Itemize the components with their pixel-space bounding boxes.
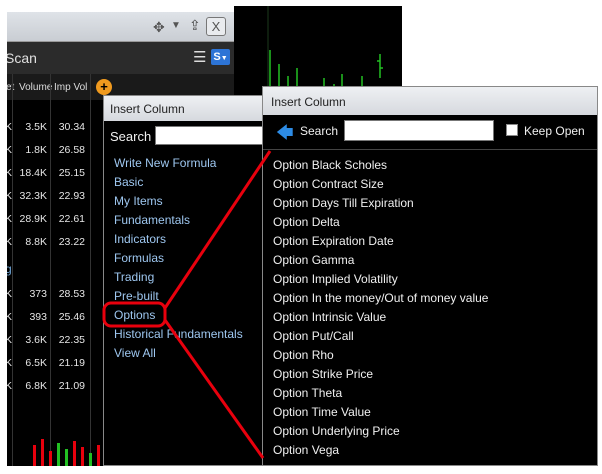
table-cell: 373 xyxy=(29,288,47,300)
table-cell: K xyxy=(7,213,13,225)
search-input[interactable] xyxy=(155,126,267,145)
option-item[interactable]: Option In the money/Out of money value xyxy=(273,291,488,305)
table-cell: K xyxy=(7,144,13,156)
dialog-titlebar: Insert Column xyxy=(104,96,267,121)
category-pre-built[interactable]: Pre-built xyxy=(114,289,159,303)
category-formulas[interactable]: Formulas xyxy=(114,251,164,265)
table-cell: K xyxy=(7,334,13,346)
category-historical-fundamentals[interactable]: Historical Fundamentals xyxy=(114,327,243,341)
dropdown-icon[interactable]: ▼ xyxy=(171,20,181,31)
option-item[interactable]: Option Rho xyxy=(273,348,334,362)
table-cell: 3.5K xyxy=(25,121,47,133)
category-trading[interactable]: Trading xyxy=(114,270,154,284)
table-cell: K xyxy=(7,121,13,133)
scan-titlebar: ✥ ▼ ⇪ X xyxy=(7,12,234,42)
dialog-title: Insert Column xyxy=(271,95,346,109)
table-cell: 6.8K xyxy=(25,380,47,392)
table-cell: 21.19 xyxy=(58,357,85,369)
category-write-new-formula[interactable]: Write New Formula xyxy=(114,156,216,170)
scan-title: Scan xyxy=(7,50,37,66)
keep-open-checkbox[interactable] xyxy=(506,124,518,136)
table-cell: 6.5K xyxy=(25,357,47,369)
option-item[interactable]: Option Time Value xyxy=(273,405,371,419)
option-item[interactable]: Option Vega xyxy=(273,443,339,457)
price-chart-lines xyxy=(267,6,383,96)
table-cell: 21.09 xyxy=(58,380,85,392)
category-basic[interactable]: Basic xyxy=(114,175,143,189)
table-cell: 30.34 xyxy=(58,121,85,133)
option-item[interactable]: Option Days Till Expiration xyxy=(273,196,414,210)
category-indicators[interactable]: Indicators xyxy=(114,232,166,246)
column-header[interactable]: et xyxy=(7,82,14,93)
search-label: Search xyxy=(300,124,339,138)
scan-header: Scan ☰ S▼ xyxy=(7,42,234,74)
table-cell: 32.3K xyxy=(19,190,47,202)
divider xyxy=(263,149,597,150)
table-cell: K xyxy=(7,380,13,392)
s-dropdown-button[interactable]: S▼ xyxy=(211,49,230,65)
category-my-items[interactable]: My Items xyxy=(114,194,163,208)
option-item[interactable]: Option Underlying Price xyxy=(273,424,400,438)
add-column-icon[interactable]: + xyxy=(96,79,112,95)
section-label: g xyxy=(7,262,12,276)
table-cell: 393 xyxy=(29,311,47,323)
table-cell: 1.8K xyxy=(25,144,47,156)
table-cell: 26.58 xyxy=(58,144,85,156)
table-cell: 28.53 xyxy=(58,288,85,300)
table-cell: 22.93 xyxy=(58,190,85,202)
move-icon[interactable]: ✥ xyxy=(153,19,165,36)
table-cell: 25.46 xyxy=(58,311,85,323)
table-cell: K xyxy=(7,236,13,248)
table-cell: 28.9K xyxy=(19,213,47,225)
dialog-title: Insert Column xyxy=(110,102,185,116)
keep-open-label: Keep Open xyxy=(524,124,585,138)
table-cell: 3.6K xyxy=(25,334,47,346)
options-submenu-dialog: Insert Column 🡄 Search Keep Open Option … xyxy=(262,86,598,466)
option-item[interactable]: Option Delta xyxy=(273,215,340,229)
table-cell: 8.8K xyxy=(25,236,47,248)
table-cell: K xyxy=(7,167,13,179)
table-cell: K xyxy=(7,288,13,300)
table-cell: K xyxy=(7,357,13,369)
table-cell: K xyxy=(7,311,13,323)
close-button[interactable]: X xyxy=(206,17,226,36)
volume-bars xyxy=(33,439,100,466)
export-icon[interactable]: ⇪ xyxy=(189,17,201,34)
menu-icon[interactable]: ☰ xyxy=(193,48,206,66)
column-header[interactable]: Volume xyxy=(19,82,52,93)
column-header[interactable]: Imp Vol xyxy=(54,82,87,93)
table-cell: 25.15 xyxy=(58,167,85,179)
price-chart xyxy=(234,6,402,96)
option-item[interactable]: Option Strike Price xyxy=(273,367,373,381)
option-item[interactable]: Option Contract Size xyxy=(273,177,384,191)
category-options[interactable]: Options xyxy=(114,308,155,322)
option-item[interactable]: Option Theta xyxy=(273,386,342,400)
table-cell: K xyxy=(7,190,13,202)
category-fundamentals[interactable]: Fundamentals xyxy=(114,213,190,227)
table-cell: 22.35 xyxy=(58,334,85,346)
table-cell: 23.22 xyxy=(58,236,85,248)
table-cell: 22.61 xyxy=(58,213,85,225)
search-label: Search xyxy=(110,129,152,144)
category-view-all[interactable]: View All xyxy=(114,346,156,360)
search-input[interactable] xyxy=(344,120,494,141)
option-item[interactable]: Option Black Scholes xyxy=(273,158,387,172)
table-cell: 18.4K xyxy=(19,167,47,179)
option-item[interactable]: Option Put/Call xyxy=(273,329,354,343)
back-arrow-icon[interactable]: 🡄 xyxy=(276,120,294,149)
option-item[interactable]: Option Intrinsic Value xyxy=(273,310,386,324)
option-item[interactable]: Option Implied Volatility xyxy=(273,272,398,286)
insert-column-dialog: Insert Column Search Write New Formula B… xyxy=(103,95,268,466)
dialog-titlebar: Insert Column xyxy=(263,87,597,115)
option-item[interactable]: Option Expiration Date xyxy=(273,234,394,248)
option-item[interactable]: Option Gamma xyxy=(273,253,354,267)
